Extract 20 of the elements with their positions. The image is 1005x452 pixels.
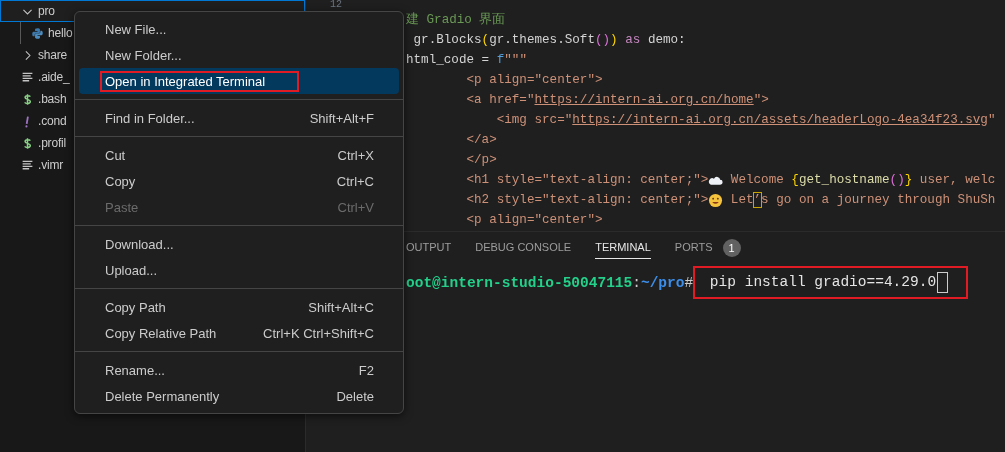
line-number: 12 <box>329 0 343 10</box>
prompt-separator: : <box>632 274 641 291</box>
prompt-path: ~/pro <box>640 274 685 291</box>
code-text: Welcome {get_hostname()} user, welc <box>729 171 996 189</box>
code-line: </a> <box>465 131 497 149</box>
code-line: 建 Gradio 界面 <box>406 11 506 29</box>
count-badge: 1 <box>722 239 741 257</box>
prompt-symbol: # <box>684 274 694 291</box>
code-text: <h2 style="text-align: center;"> <box>465 191 709 209</box>
terminal-command: pip install gradio==4.29.0 <box>693 266 969 299</box>
code-line: <a href="https://intern-ai.org.cn/home"> <box>465 91 769 109</box>
code-line: html_code = f""" <box>406 51 527 69</box>
code-line: <img src="https://intern-ai.org.cn/assets/headerLogo-4ea34f23.svg" <box>495 111 996 129</box>
code-line: gr.Blocks(gr.themes.Soft()) as demo: <box>412 31 686 49</box>
code-text: <h1 style="text-align: center;"> <box>465 171 709 189</box>
code-line: </p> <box>465 151 497 169</box>
code-text: Let’s go on a journey through ShuSh <box>729 191 996 209</box>
code-line: <p align="center"> <box>465 71 603 89</box>
code-line: <p align="center"> <box>465 211 603 229</box>
prompt-user: oot@intern-studio-50047115 <box>406 274 633 291</box>
